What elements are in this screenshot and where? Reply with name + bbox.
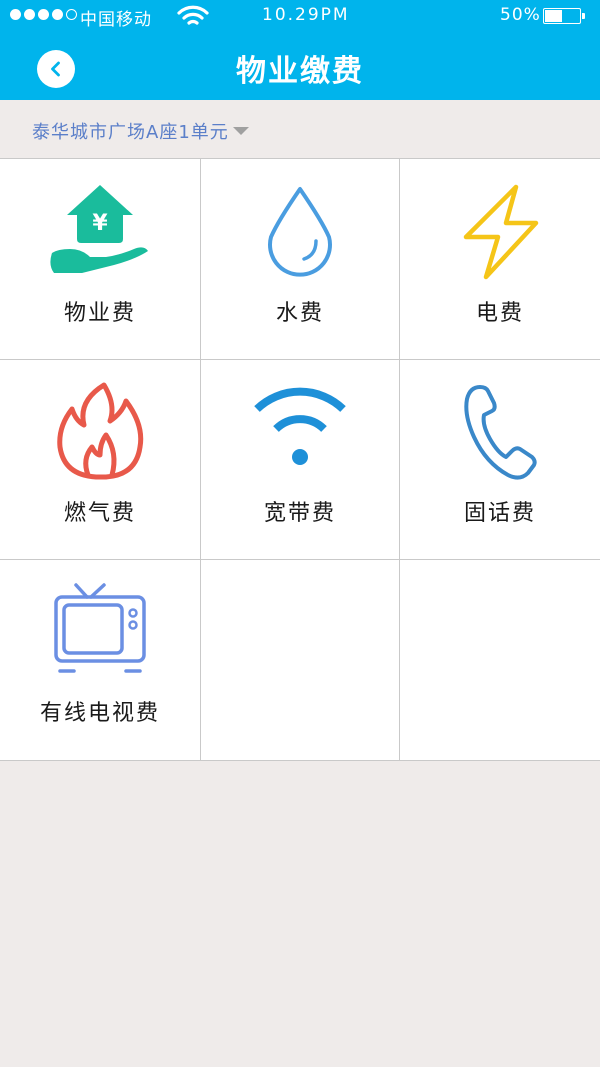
app-header: 中国移动 10.29PM 50% 物业缴费 [0, 0, 600, 100]
service-property-fee[interactable]: ¥ 物业费 [0, 159, 200, 359]
service-label: 电费 [475, 301, 524, 326]
service-landline[interactable]: 固话费 [400, 359, 600, 559]
battery-percent: 50% [500, 5, 541, 25]
service-grid: ¥ 物业费 水费 电费 燃气费 宽带费 固话费 有线电视费 [0, 159, 600, 761]
empty-cell [400, 559, 600, 759]
service-broadband[interactable]: 宽带费 [200, 359, 400, 559]
service-cable-tv[interactable]: 有线电视费 [0, 559, 200, 759]
location-dropdown[interactable]: 泰华城市广场A座1单元 [32, 118, 249, 144]
page-title: 物业缴费 [236, 54, 364, 89]
wifi-icon [254, 387, 346, 465]
caret-down-icon [232, 127, 249, 135]
battery-icon [543, 8, 585, 24]
flame-icon [57, 382, 144, 480]
empty-cell [200, 559, 400, 759]
service-label: 燃气费 [63, 501, 136, 526]
grid-divider [0, 559, 600, 560]
grid-divider [200, 159, 201, 760]
lightning-icon [463, 184, 539, 280]
wifi-status-icon [176, 4, 210, 33]
water-drop-icon [268, 187, 332, 277]
location-bar: 泰华城市广场A座1单元 [0, 100, 600, 159]
svg-text:¥: ¥ [92, 211, 108, 236]
service-water[interactable]: 水费 [200, 159, 400, 359]
signal-strength-icon [10, 9, 77, 20]
location-value: 泰华城市广场A座1单元 [32, 122, 229, 143]
service-electricity[interactable]: 电费 [400, 159, 600, 359]
service-label: 物业费 [63, 301, 136, 326]
tv-icon [54, 583, 146, 673]
service-label: 有线电视费 [39, 701, 160, 726]
property-fee-icon: ¥ [50, 185, 148, 273]
phone-icon [464, 385, 537, 480]
carrier-name: 中国移动 [80, 10, 152, 30]
service-label: 宽带费 [263, 501, 336, 526]
grid-divider [0, 359, 600, 360]
status-bar: 中国移动 10.29PM 50% [0, 0, 600, 32]
service-label: 水费 [275, 301, 324, 326]
status-time: 10.29PM [262, 5, 350, 25]
service-gas[interactable]: 燃气费 [0, 359, 200, 559]
grid-divider [399, 159, 400, 760]
service-label: 固话费 [463, 501, 536, 526]
